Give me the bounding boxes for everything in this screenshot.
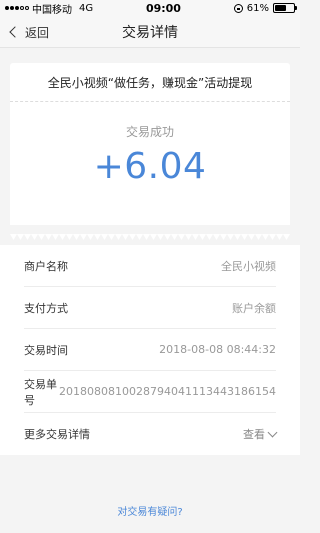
transaction-status: 交易成功 (125, 125, 174, 139)
page-title: 交易详情 (122, 24, 178, 41)
orientation-lock-icon (233, 3, 243, 13)
merchant-value: 全民小视频 (221, 259, 276, 273)
receipt-card: 全民小视频“做任务，赚现金”活动提现 交易成功 +6.04 (10, 63, 290, 244)
battery-icon (273, 3, 297, 13)
receipt-body: 交易成功 +6.04 (10, 105, 290, 225)
view-more-button[interactable]: 查看 (243, 426, 278, 442)
carrier-name: 中国移动 (32, 4, 72, 16)
payment-row: 支付方式 账户余额 (24, 287, 276, 329)
more-details-label: 更多交易详情 (24, 428, 90, 441)
status-left: 中国移动 4G (5, 1, 93, 16)
order-label: 交易单号 (24, 377, 57, 407)
details-list: 商户名称 全民小视频 支付方式 账户余额 交易时间 2018-08-08 08:… (0, 245, 300, 455)
merchant-label: 商户名称 (24, 259, 68, 273)
transaction-amount: +6.04 (93, 146, 207, 187)
status-time: 09:00 (145, 1, 181, 15)
nav-bar: 返回 交易详情 (0, 16, 300, 48)
chevron-down-icon (267, 427, 278, 437)
network-type: 4G (79, 2, 94, 14)
screen: 中国移动 4G 09:00 61% 返回 交易详情 全民小视频“做任务，赚现金”… (0, 0, 300, 533)
payment-value: 账户余额 (232, 301, 276, 315)
receipt-zigzag-edge (10, 234, 290, 240)
view-more-label: 查看 (243, 428, 265, 441)
battery-fill (275, 5, 286, 11)
back-label: 返回 (25, 25, 50, 40)
chevron-left-icon (9, 26, 21, 38)
receipt-title: 全民小视频“做任务，赚现金”活动提现 (10, 63, 290, 101)
status-right: 61% (233, 2, 297, 14)
time-row: 交易时间 2018-08-08 08:44:32 (24, 329, 276, 371)
battery-percent: 61% (246, 2, 269, 14)
payment-label: 支付方式 (24, 301, 68, 315)
merchant-row: 商户名称 全民小视频 (24, 245, 276, 287)
more-details-row[interactable]: 更多交易详情 查看 (24, 413, 278, 455)
status-bar: 中国移动 4G 09:00 61% (0, 0, 300, 16)
order-row: 交易单号 2018080810028794041113443186154 (24, 371, 276, 413)
signal-icon (5, 6, 29, 10)
question-link[interactable]: 对交易有疑问? (0, 503, 300, 518)
back-button[interactable]: 返回 (8, 16, 49, 48)
receipt-divider (10, 101, 290, 105)
order-value: 2018080810028794041113443186154 (59, 385, 276, 398)
time-value: 2018-08-08 08:44:32 (159, 343, 276, 356)
time-label: 交易时间 (24, 343, 68, 357)
